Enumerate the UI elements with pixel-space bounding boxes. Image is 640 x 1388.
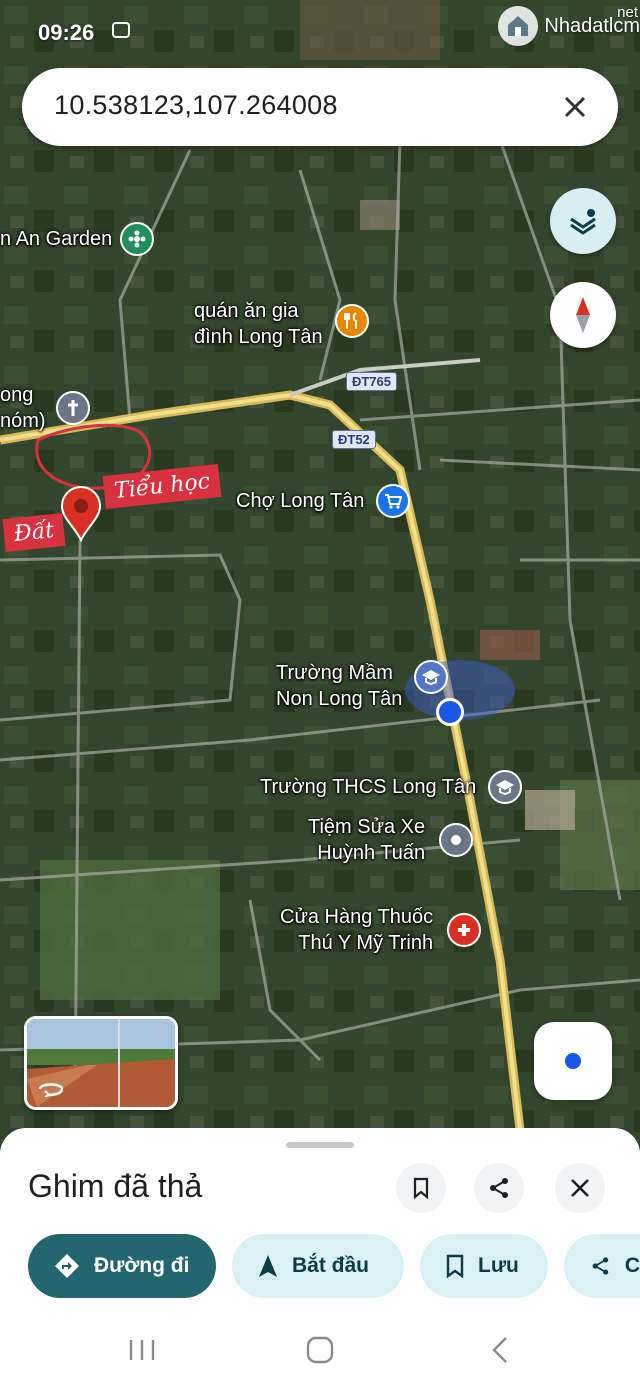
close-icon (564, 96, 586, 118)
poi-garden-label: n An Garden (0, 228, 113, 250)
save-button[interactable]: Lưu (420, 1234, 548, 1298)
poi-restaurant[interactable]: quán ăn gia đình Long Tân (194, 298, 369, 350)
layers-button[interactable] (550, 188, 616, 254)
search-query[interactable]: 10.538123,107.264008 (54, 90, 338, 121)
poi-middle-school-label: Trường THCS Long Tân (260, 776, 477, 798)
current-location-dot (436, 698, 464, 726)
clear-search-button[interactable] (550, 82, 600, 132)
poi-pharmacy-label: Cửa Hàng Thuốc Thú Y Mỹ Trinh (280, 906, 434, 954)
system-nav-bar (0, 1310, 640, 1388)
place-title: Ghim đã thả (28, 1168, 203, 1204)
share-label: C (624, 1254, 640, 1277)
poi-pharmacy[interactable]: Cửa Hàng Thuốc Thú Y Mỹ Trinh (280, 904, 482, 956)
my-location-button[interactable] (534, 1022, 612, 1100)
restaurant-icon (334, 304, 369, 338)
pin-icon (439, 823, 474, 857)
poi-garden[interactable]: n An Garden (0, 222, 155, 256)
annotation-land: Đất (2, 512, 66, 553)
poi-repair-label: Tiệm Sửa Xe Huỳnh Tuấn (308, 816, 426, 864)
navigation-icon (259, 1255, 277, 1277)
start-button[interactable]: Bắt đầu (232, 1234, 404, 1298)
pharmacy-icon (447, 913, 482, 947)
sheet-drag-handle[interactable] (286, 1142, 354, 1148)
poi-kindergarten-label: Trường Mầm Non Long Tân (276, 662, 403, 710)
road-shield-dt765: ĐT765 (346, 372, 398, 391)
compass-button[interactable] (550, 282, 616, 348)
poi-repair-shop[interactable]: Tiệm Sửa Xe Huỳnh Tuấn (308, 814, 474, 866)
church-icon (55, 391, 90, 425)
recent-apps-icon[interactable] (128, 1338, 156, 1362)
dropped-pin-icon[interactable] (60, 486, 102, 542)
shopping-cart-icon (376, 484, 411, 518)
poi-market[interactable]: Chợ Long Tân (236, 484, 411, 518)
school-icon (488, 770, 523, 804)
poi-market-label: Chợ Long Tân (236, 490, 365, 512)
poi-kindergarten[interactable]: Trường Mầm Non Long Tân (276, 660, 449, 712)
close-sheet-button[interactable] (555, 1163, 605, 1213)
street-view-thumbnail[interactable] (24, 1016, 178, 1110)
search-bar[interactable]: 10.538123,107.264008 (22, 68, 618, 146)
watermark-logo-icon (498, 6, 539, 46)
compass-icon (576, 297, 590, 333)
share-chip-button[interactable]: C (564, 1234, 640, 1298)
poi-restaurant-label: quán ăn gia đình Long Tân (194, 300, 323, 348)
rotate-360-icon (38, 1083, 64, 1097)
home-icon[interactable] (306, 1336, 334, 1364)
my-location-icon (565, 1053, 581, 1069)
road-shield-dt52: ĐT52 (332, 430, 376, 449)
layers-icon (570, 209, 596, 235)
start-label: Bắt đầu (292, 1254, 370, 1277)
poi-church[interactable]: ong nóm) (0, 382, 90, 434)
share-icon-button[interactable] (474, 1163, 524, 1213)
school-icon (414, 660, 449, 694)
directions-label: Đường đi (94, 1254, 190, 1277)
directions-button[interactable]: Đường đi (28, 1234, 216, 1298)
share-icon (490, 1178, 508, 1198)
poi-middle-school[interactable]: Trường THCS Long Tân (260, 770, 523, 804)
save-label: Lưu (478, 1254, 519, 1277)
directions-icon (55, 1254, 79, 1278)
share-icon (592, 1257, 609, 1275)
back-icon[interactable] (490, 1336, 510, 1364)
flower-icon (120, 222, 155, 256)
watermark-suffix: net (617, 4, 638, 21)
save-icon-button[interactable] (396, 1163, 446, 1213)
bookmark-icon (446, 1254, 464, 1278)
notification-icon (112, 22, 130, 38)
watermark: Nhadatlcm net (498, 4, 640, 46)
status-time: 09:26 (38, 20, 95, 45)
poi-church-label: ong nóm) (0, 384, 46, 432)
bookmark-icon (413, 1177, 429, 1199)
close-icon (571, 1179, 589, 1197)
